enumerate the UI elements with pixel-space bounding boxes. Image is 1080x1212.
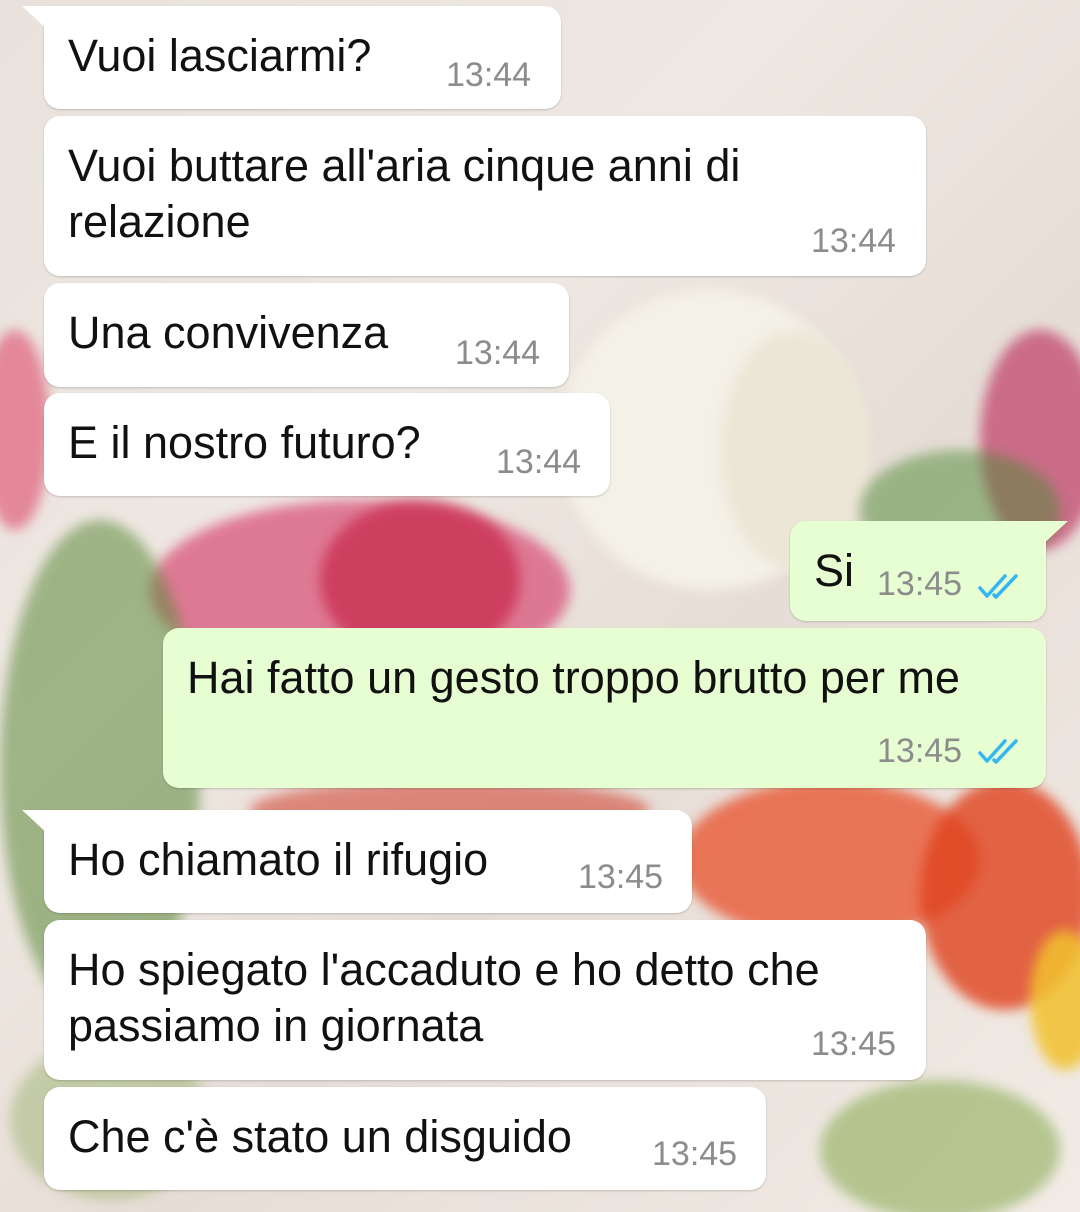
message-text: Che c'è stato un disguido	[68, 1111, 572, 1162]
double-check-read-icon	[978, 739, 1018, 764]
message-line: Ho spiegato l'accaduto e ho detto che	[68, 944, 820, 995]
message-line: relazione	[68, 196, 251, 247]
message-timestamp: 13:45	[652, 1135, 738, 1173]
message-text: Vuoi buttare all'aria cinque anni di rel…	[68, 138, 740, 250]
message-bubble-outgoing[interactable]: Hai fatto un gesto troppo brutto per me …	[163, 628, 1046, 788]
message-line: Vuoi buttare all'aria cinque anni di	[68, 140, 741, 191]
message-timestamp: 13:44	[496, 443, 582, 481]
message-timestamp: 13:45	[811, 1025, 897, 1063]
message-timestamp: 13:44	[446, 56, 532, 94]
message-timestamp: 13:44	[811, 222, 897, 260]
message-timestamp: 13:44	[455, 334, 541, 372]
message-text: Si	[814, 545, 855, 596]
message-bubble-outgoing[interactable]: Si 13:45	[790, 521, 1068, 621]
message-text: Hai fatto un gesto troppo brutto per me	[187, 652, 960, 703]
message-text: Vuoi lasciarmi?	[68, 30, 372, 81]
message-bubble-incoming[interactable]: E il nostro futuro? 13:44	[44, 393, 610, 496]
message-timestamp: 13:45	[877, 565, 963, 603]
message-bubble-incoming[interactable]: Che c'è stato un disguido 13:45	[44, 1087, 766, 1190]
message-timestamp: 13:45	[578, 858, 664, 896]
message-text: Ho spiegato l'accaduto e ho detto che pa…	[68, 942, 820, 1054]
message-timestamp: 13:45	[877, 732, 963, 770]
message-line: passiamo in giornata	[68, 1000, 484, 1051]
message-bubble-incoming[interactable]: Una convivenza 13:44	[44, 283, 569, 387]
message-text: E il nostro futuro?	[68, 417, 421, 468]
message-bubble-incoming[interactable]: Ho chiamato il rifugio 13:45	[22, 810, 692, 913]
message-bubble-incoming[interactable]: Vuoi buttare all'aria cinque anni di rel…	[44, 116, 926, 276]
message-bubble-incoming[interactable]: Vuoi lasciarmi? 13:44	[22, 6, 561, 109]
message-text: Una convivenza	[68, 307, 389, 358]
double-check-read-icon	[978, 574, 1018, 599]
message-bubble-incoming[interactable]: Ho spiegato l'accaduto e ho detto che pa…	[44, 920, 926, 1080]
message-text: Ho chiamato il rifugio	[68, 834, 489, 885]
